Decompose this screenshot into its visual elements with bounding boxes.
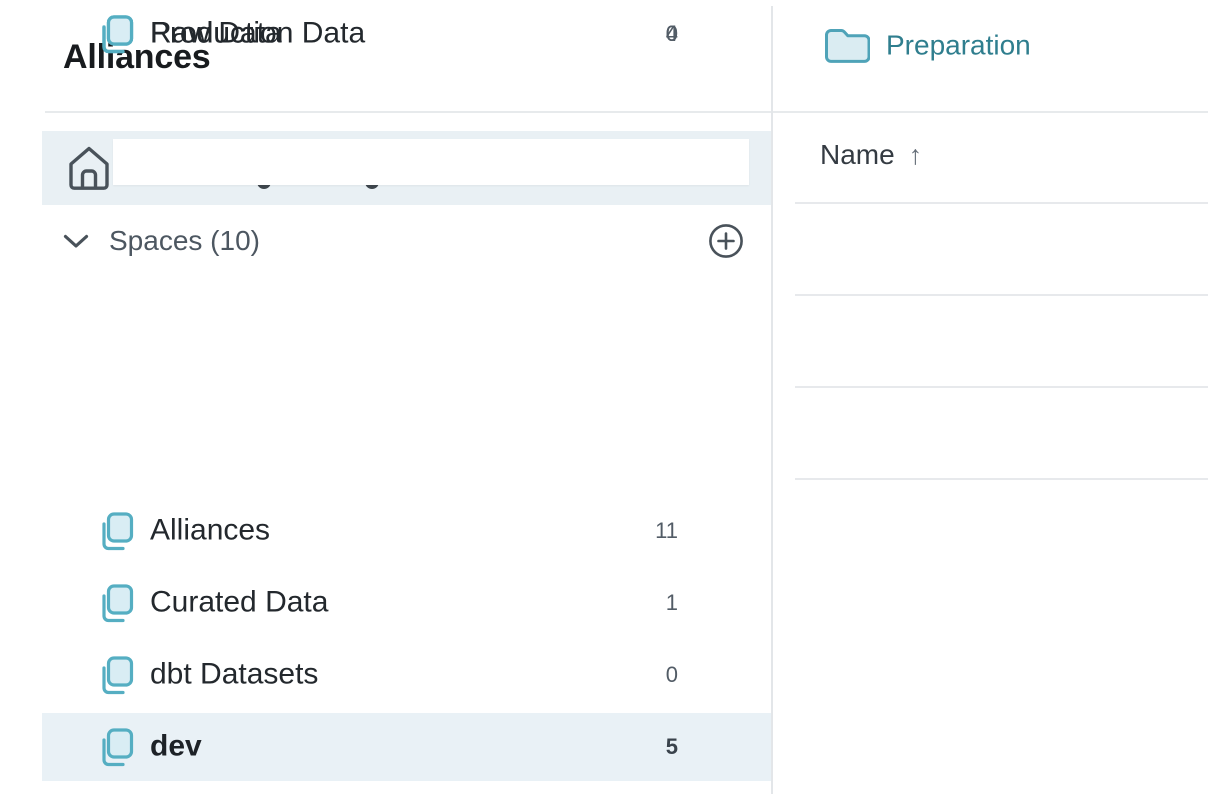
space-item-count: 11 — [655, 518, 678, 544]
redaction-overlay — [113, 139, 749, 185]
sidebar-title-divider — [45, 111, 771, 113]
row-divider — [795, 386, 1208, 388]
space-item-alliances[interactable]: Alliances 11 — [42, 497, 771, 565]
space-icon — [97, 510, 135, 554]
chevron-down-icon — [63, 234, 89, 249]
row-divider — [795, 478, 1208, 480]
space-item-raw-data[interactable]: Raw Data 4 — [42, 0, 771, 68]
space-item-label: Curated Data — [150, 585, 328, 619]
space-icon — [97, 582, 135, 626]
home-item[interactable] — [42, 131, 771, 205]
space-icon — [97, 654, 135, 698]
space-item-label: Raw Data — [150, 16, 282, 50]
space-icon — [97, 726, 135, 770]
folder-row-preparation[interactable]: Preparation — [773, 0, 1208, 91]
space-item-count: 1 — [666, 590, 678, 616]
folder-icon — [823, 25, 870, 65]
space-item-count: 5 — [666, 734, 678, 760]
space-item-count: 0 — [666, 662, 678, 688]
panel-divider — [771, 6, 773, 794]
space-item-dbt-datasets[interactable]: dbt Datasets 0 — [42, 641, 771, 709]
sort-asc-icon: ↑ — [909, 142, 923, 169]
row-divider — [795, 294, 1208, 296]
spaces-section-toggle[interactable]: Spaces (10) — [42, 215, 260, 267]
add-space-button[interactable] — [708, 223, 744, 259]
space-item-label: dbt Datasets — [150, 657, 318, 691]
space-icon — [97, 13, 135, 57]
table-header-divider — [795, 202, 1208, 204]
content-title-divider — [773, 111, 1208, 113]
folder-row-label: Preparation — [886, 29, 1031, 61]
space-item-dev[interactable]: dev 5 — [42, 713, 771, 781]
name-column-label: Name — [820, 139, 895, 171]
spaces-section-header: Spaces (10) — [42, 215, 771, 267]
name-column-header[interactable]: Name ↑ — [820, 139, 922, 171]
spaces-section-label: Spaces (10) — [109, 225, 260, 257]
space-item-count: 4 — [666, 21, 678, 47]
app-window: Alliances Spaces (10) — [0, 0, 1208, 794]
plus-circle-icon — [708, 223, 744, 259]
space-item-label: dev — [150, 729, 202, 763]
space-item-label: Alliances — [150, 513, 270, 547]
home-icon — [66, 144, 112, 192]
space-item-curated-data[interactable]: Curated Data 1 — [42, 569, 771, 637]
